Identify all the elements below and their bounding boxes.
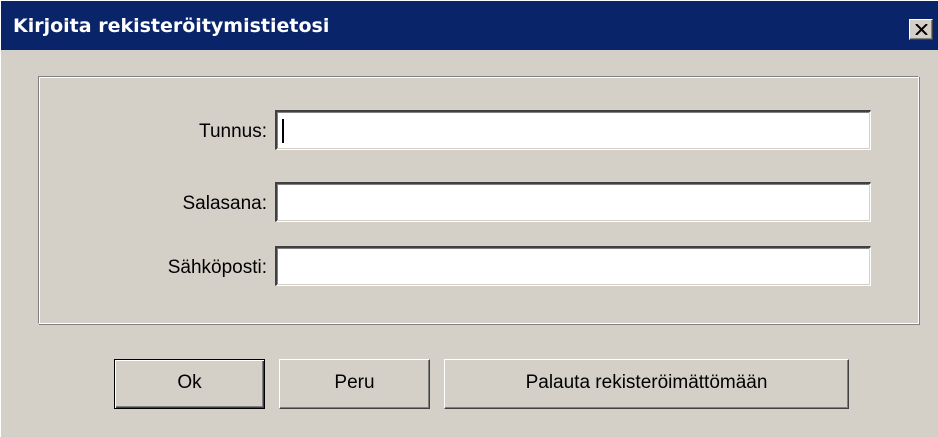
ok-button[interactable]: Ok: [114, 359, 265, 409]
registration-dialog: Kirjoita rekisteröitymistietosi Tunnus: …: [0, 0, 938, 437]
username-label: Tunnus:: [199, 121, 267, 142]
close-icon: [915, 24, 928, 35]
email-input[interactable]: [275, 246, 871, 286]
email-label: Sähköposti:: [167, 257, 267, 278]
title-bar[interactable]: Kirjoita rekisteröitymistietosi: [1, 1, 938, 51]
password-label: Salasana:: [182, 193, 267, 214]
password-input[interactable]: [275, 182, 871, 222]
close-button[interactable]: [909, 19, 933, 40]
cancel-button[interactable]: Peru: [279, 359, 430, 409]
dialog-title: Kirjoita rekisteröitymistietosi: [13, 15, 330, 37]
username-input[interactable]: [275, 110, 871, 150]
text-caret: [282, 119, 284, 143]
reset-registration-button[interactable]: Palauta rekisteröimättömään: [444, 359, 849, 409]
